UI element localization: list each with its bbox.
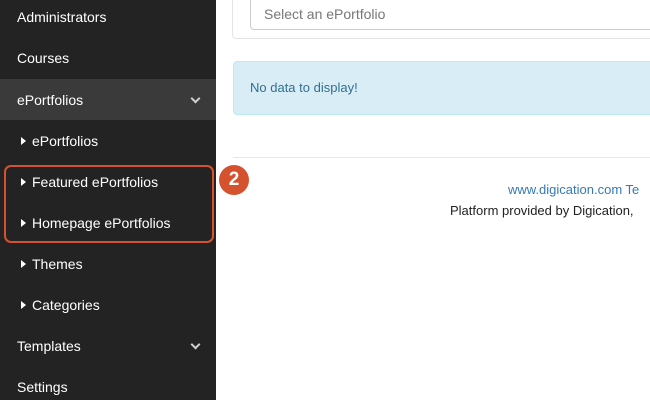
- sidebar-item-eportfolios[interactable]: ePortfolios: [0, 79, 216, 120]
- sidebar-subitem-themes[interactable]: Themes: [0, 243, 216, 284]
- chevron-down-icon: [190, 93, 201, 104]
- footer-text: Platform provided by Digication,: [450, 203, 634, 218]
- caret-right-icon: [21, 136, 26, 145]
- sidebar-item-label: ePortfolios: [17, 91, 84, 108]
- sidebar-item-administrators[interactable]: Administrators: [0, 0, 216, 37]
- sidebar-subitem-eportfolios[interactable]: ePortfolios: [0, 120, 216, 161]
- sidebar-item-templates[interactable]: Templates: [0, 325, 216, 366]
- sidebar-item-label: Themes: [32, 255, 83, 272]
- no-data-alert: No data to display!: [233, 61, 650, 115]
- divider: [233, 157, 650, 158]
- sidebar-item-settings[interactable]: Settings: [0, 366, 216, 400]
- chevron-down-icon: [190, 339, 201, 350]
- sidebar-subitem-categories[interactable]: Categories: [0, 284, 216, 325]
- sidebar-item-label: Courses: [17, 49, 70, 66]
- sidebar-item-label: Categories: [32, 296, 100, 313]
- caret-right-icon: [21, 259, 26, 268]
- highlight-box: [4, 165, 214, 243]
- alert-text: No data to display!: [250, 80, 358, 95]
- sidebar-item-label: Administrators: [17, 8, 107, 25]
- sidebar-item-label: ePortfolios: [32, 132, 99, 149]
- sidebar-item-courses[interactable]: Courses: [0, 37, 216, 78]
- eportfolio-select[interactable]: [250, 0, 650, 30]
- sidebar-item-label: Settings: [17, 378, 68, 395]
- footer-link[interactable]: www.digication.com Te: [508, 182, 639, 197]
- sidebar-item-label: Templates: [17, 337, 81, 354]
- step-badge: 2: [219, 165, 249, 195]
- caret-right-icon: [21, 300, 26, 309]
